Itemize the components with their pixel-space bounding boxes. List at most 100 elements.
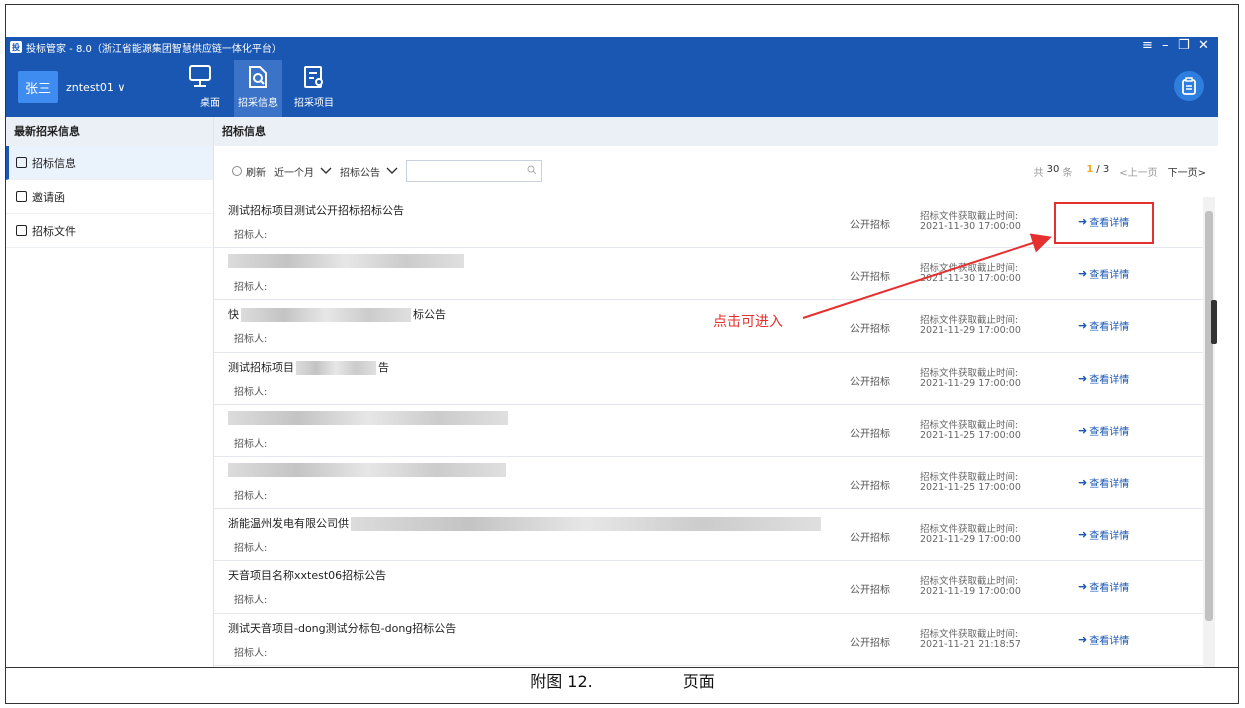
deadline-value: 2021-11-30 17:00:00 <box>920 273 1021 285</box>
redacted-text <box>228 462 506 477</box>
side-drag-handle[interactable] <box>1211 300 1217 344</box>
view-details-button[interactable]: ➜ 查看详情 <box>1078 579 1129 594</box>
close-icon[interactable]: ✕ <box>1198 38 1209 53</box>
view-details-label: 查看详情 <box>1089 531 1130 543</box>
tenderer-label: 招标人: <box>234 543 268 555</box>
view-details-button[interactable]: ➜ 查看详情 <box>1078 632 1129 647</box>
view-details-button[interactable]: ➜ 查看详情 <box>1078 423 1129 438</box>
minimize-icon[interactable]: – <box>1162 38 1169 53</box>
deadline-label: 招标文件获取截止时间: <box>920 211 1019 222</box>
current-page: 1 <box>1086 164 1094 175</box>
deadline-label: 招标文件获取截止时间: <box>920 471 1019 483</box>
page-count: / 3 <box>1096 164 1110 175</box>
bid-documents-icon <box>16 225 27 236</box>
tenderer-label: 招标人: <box>234 647 268 659</box>
bid-method: 公开招标 <box>850 220 890 231</box>
table-row: 招标人: 公开招标 招标文件获取截止时间: 2021-11-25 17:00:0… <box>214 405 1204 457</box>
table-row: 测试招标项目告 招标人: 公开招标 招标文件获取截止时间: 2021-11-29… <box>214 353 1204 405</box>
bid-method: 公开招标 <box>850 428 890 440</box>
nav-procurement-info[interactable]: 招采信息 <box>234 60 282 117</box>
main-content: 招标信息 刷新 近一个月 招标公告 共 30 条 1 / 3 <上一页 下一页>… <box>214 117 1218 667</box>
table-row: 天音项目名称xxtest06招标公告 招标人: 公开招标 招标文件获取截止时间:… <box>214 561 1204 614</box>
tender-title[interactable]: 测试招标项目测试公开招标招标公告 <box>228 202 404 218</box>
view-details-button[interactable]: ➜ 查看详情 <box>1078 475 1129 490</box>
bid-method: 公开招标 <box>850 376 890 388</box>
tenderer-label: 招标人: <box>234 334 268 346</box>
enter-arrow-icon: ➜ <box>1078 319 1088 333</box>
nav-procurement-projects-label: 招采项目 <box>294 98 334 109</box>
table-row: 招标人: 公开招标 招标文件获取截止时间: 2021-11-30 17:00:0… <box>214 248 1204 301</box>
redacted-text <box>228 254 464 269</box>
nav-procurement-projects[interactable]: 招采项目 <box>290 60 338 117</box>
table-row: 浙能温州发电有限公司供 招标人: 公开招标 招标文件获取截止时间: 2021-1… <box>214 509 1204 562</box>
page-title: 招标信息 <box>214 117 1218 146</box>
search-icon[interactable] <box>527 165 537 175</box>
menu-dropdown-icon[interactable]: ≡ <box>1142 38 1153 53</box>
nav-desktop[interactable]: 桌面 <box>176 60 224 117</box>
view-details-button[interactable]: ➜ 查看详情 <box>1078 371 1129 386</box>
view-details-button[interactable]: ➜ 查看详情 <box>1078 527 1129 542</box>
period-select[interactable]: 近一个月 <box>274 164 332 179</box>
search-input[interactable] <box>406 160 542 182</box>
view-details-label: 查看详情 <box>1089 270 1130 282</box>
tender-title[interactable] <box>228 254 464 269</box>
view-details-label: 查看详情 <box>1089 374 1130 386</box>
tender-title[interactable] <box>228 410 508 425</box>
tender-title[interactable]: 快标公告 <box>228 306 446 323</box>
deadline-value: 2021-11-30 17:00:00 <box>920 221 1021 232</box>
window-titlebar: 投 投标管家 - 8.0（浙江省能源集团智慧供应链一体化平台） ≡ – ❐ ✕ <box>6 37 1218 57</box>
deadline-label: 招标文件获取截止时间: <box>920 315 1019 327</box>
bid-info-icon <box>16 157 27 168</box>
tender-title[interactable]: 测试天音项目-dong测试分标包-dong招标公告 <box>228 620 456 636</box>
type-select[interactable]: 招标公告 <box>340 164 398 179</box>
bid-method: 公开招标 <box>850 480 890 492</box>
list-scrollbar[interactable] <box>1203 197 1215 667</box>
view-details-label: 查看详情 <box>1089 426 1130 438</box>
enter-arrow-icon: ➜ <box>1078 580 1088 594</box>
bid-method: 公开招标 <box>850 272 890 284</box>
chevron-down-icon <box>386 167 398 174</box>
user-menu[interactable]: 张三 zntest01 ∨ <box>18 70 125 104</box>
refresh-label: 刷新 <box>246 167 266 179</box>
deadline-value: 2021-11-29 17:00:00 <box>920 534 1021 546</box>
tender-title[interactable]: 测试招标项目告 <box>228 359 389 375</box>
table-row: 测试天音项目-dong测试分标包-dong招标公告 招标人: 公开招标 招标文件… <box>214 614 1204 666</box>
chevron-down-icon <box>320 167 332 174</box>
type-select-value: 招标公告 <box>340 167 380 179</box>
refresh-button[interactable]: 刷新 <box>232 164 266 179</box>
sidebar-item-bid-documents[interactable]: 招标文件 <box>6 214 213 248</box>
total-prefix: 共 <box>1033 168 1044 179</box>
deadline-label: 招标文件获取截止时间: <box>920 263 1019 275</box>
view-details-button[interactable]: ➜ 查看详情 <box>1078 318 1129 333</box>
sidebar-item-label: 招标文件 <box>32 224 76 238</box>
tenderer-label: 招标人: <box>234 490 268 502</box>
deadline-value: 2021-11-21 21:18:57 <box>920 638 1021 650</box>
enter-arrow-icon: ➜ <box>1078 528 1088 542</box>
document-search-icon <box>249 66 267 88</box>
redacted-text <box>228 410 508 425</box>
refresh-icon <box>232 166 242 176</box>
sidebar-item-label: 招标信息 <box>32 156 76 170</box>
tender-title[interactable] <box>228 462 506 477</box>
table-row: 快标公告 招标人: 公开招标 招标文件获取截止时间: 2021-11-29 17… <box>214 300 1204 353</box>
deadline-value: 2021-11-19 17:00:00 <box>920 586 1021 598</box>
prev-page-button[interactable]: <上一页 <box>1119 164 1157 179</box>
sidebar-item-bid-info[interactable]: 招标信息 <box>6 146 213 180</box>
caption-label: 附图 12. <box>530 672 593 691</box>
tenderer-label: 招标人: <box>234 595 268 607</box>
window-title: 投标管家 - 8.0（浙江省能源集团智慧供应链一体化平台） <box>26 43 282 55</box>
restore-icon[interactable]: ❐ <box>1178 38 1190 53</box>
project-list-icon <box>304 66 323 88</box>
tender-title[interactable]: 浙能温州发电有限公司供 <box>228 515 821 532</box>
deadline-value: 2021-11-25 17:00:00 <box>920 481 1021 493</box>
redacted-text <box>241 308 411 323</box>
notice-button[interactable] <box>1174 71 1204 101</box>
deadline-label: 招标文件获取截止时间: <box>920 628 1019 640</box>
next-page-button[interactable]: 下一页> <box>1168 164 1206 179</box>
scrollbar-thumb[interactable] <box>1205 211 1213 621</box>
tender-title[interactable]: 天音项目名称xxtest06招标公告 <box>228 567 386 583</box>
clipboard-icon <box>1182 77 1196 95</box>
sidebar-item-invitation[interactable]: 邀请函 <box>6 180 213 214</box>
nav-procurement-info-label: 招采信息 <box>238 98 278 109</box>
view-details-button[interactable]: ➜ 查看详情 <box>1078 266 1129 281</box>
